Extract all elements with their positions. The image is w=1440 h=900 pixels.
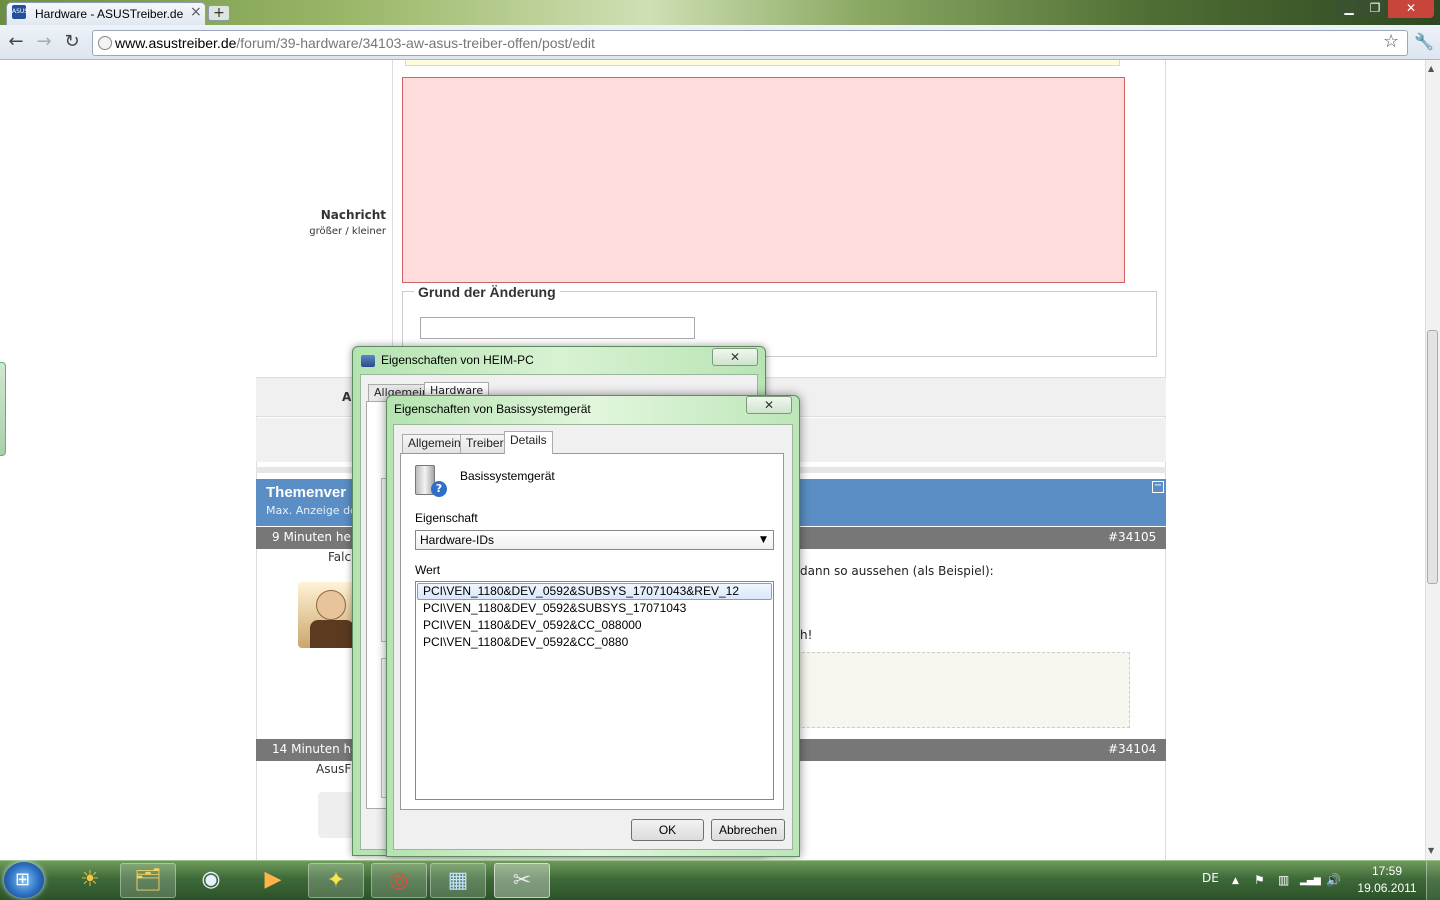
- tab-close-icon[interactable]: ×: [190, 5, 202, 19]
- collapse-icon[interactable]: −: [1152, 481, 1164, 493]
- scroll-down-icon[interactable]: ▼: [1428, 846, 1434, 855]
- dialog-close-button[interactable]: ✕: [712, 348, 758, 366]
- resize-links[interactable]: größer / kleiner: [290, 226, 386, 237]
- ok-button[interactable]: OK: [631, 819, 704, 841]
- map-icon[interactable]: ✦: [308, 863, 364, 898]
- show-hidden-icons-icon[interactable]: ▲: [1232, 876, 1239, 886]
- chrome-icon[interactable]: ◎: [371, 863, 427, 898]
- back-icon[interactable]: ←: [5, 32, 27, 54]
- clock-date[interactable]: 19.06.2011: [1352, 881, 1422, 895]
- minimize-button[interactable]: ▁: [1336, 0, 1362, 18]
- dialog-title: Eigenschaften von Basissystemgerät: [394, 402, 591, 416]
- battery-icon[interactable]: ▥: [1278, 873, 1289, 887]
- sun-weather-icon[interactable]: ☀: [62, 863, 118, 898]
- avatar-body: [310, 620, 354, 648]
- avatar-face: [316, 590, 346, 620]
- cancel-button[interactable]: Abbrechen: [711, 819, 785, 841]
- property-label: Eigenschaft: [415, 511, 478, 525]
- list-item[interactable]: PCI\VEN_1180&DEV_0592&CC_088000: [417, 617, 772, 634]
- asus-favicon-icon: ASUS: [12, 5, 28, 19]
- reason-legend: Grund der Änderung: [414, 284, 560, 300]
- scroll-up-icon[interactable]: ▲: [1428, 64, 1434, 73]
- list-item[interactable]: PCI\VEN_1180&DEV_0592&CC_0880: [417, 634, 772, 651]
- windows-media-icon[interactable]: ◉: [183, 863, 239, 898]
- url-path: /forum/39-hardware/34103-aw-asus-treiber…: [236, 35, 595, 51]
- clock-time[interactable]: 17:59: [1352, 864, 1422, 878]
- post-id-link[interactable]: #34104: [1108, 742, 1156, 756]
- dialog-title: Eigenschaften von HEIM-PC: [381, 353, 534, 367]
- star-icon[interactable]: ☆: [1383, 31, 1399, 52]
- file-explorer-icon[interactable]: 🗂: [120, 863, 176, 898]
- message-label: Nachricht: [320, 208, 386, 222]
- device-name: Basissystemgerät: [460, 469, 555, 483]
- page-info-icon[interactable]: [98, 36, 112, 50]
- reload-icon[interactable]: ↻: [61, 32, 83, 54]
- system-tool-icon[interactable]: ✂: [494, 863, 550, 898]
- close-window-button[interactable]: ✕: [1388, 0, 1434, 18]
- tab-details[interactable]: Details: [504, 431, 553, 454]
- show-desktop-button[interactable]: [1426, 861, 1440, 900]
- notice-strip: [405, 60, 1120, 66]
- windows-logo-icon: ⊞: [15, 869, 31, 890]
- list-item[interactable]: PCI\VEN_1180&DEV_0592&SUBSYS_17071043&RE…: [417, 583, 772, 600]
- browser-tab[interactable]: Hardware - ASUSTreiber.de: [6, 2, 206, 25]
- forward-icon[interactable]: →: [33, 32, 55, 54]
- value-label: Wert: [415, 563, 441, 577]
- scrollbar-thumb[interactable]: [1427, 330, 1438, 584]
- post-time: 9 Minuten her: [272, 530, 356, 544]
- computer-icon: [361, 355, 375, 367]
- dialog-close-button[interactable]: ✕: [746, 396, 792, 414]
- thread-history-title: Themenver: [266, 484, 347, 501]
- post-text: dann so aussehen (als Beispiel):: [800, 564, 994, 578]
- url-host: www.asustreiber.de: [115, 35, 237, 51]
- language-indicator[interactable]: DE: [1202, 871, 1219, 885]
- control-panel-icon[interactable]: ▦: [430, 863, 486, 898]
- restore-button[interactable]: ❐: [1362, 0, 1388, 18]
- message-textarea[interactable]: [402, 77, 1125, 283]
- volume-icon[interactable]: 🔊: [1326, 873, 1341, 887]
- desktop-gadget[interactable]: [0, 362, 6, 456]
- tab-title: Hardware - ASUSTreiber.de: [35, 7, 184, 21]
- tab-allgemein[interactable]: Allgemein: [402, 434, 467, 453]
- avatar: [318, 792, 354, 838]
- action-center-flag-icon[interactable]: ⚑: [1254, 873, 1265, 887]
- post-author[interactable]: Falc: [328, 550, 351, 564]
- post-text: h!: [800, 628, 813, 642]
- wrench-icon[interactable]: 🔧: [1414, 32, 1434, 51]
- chevron-down-icon[interactable]: ▼: [760, 531, 767, 549]
- post-author[interactable]: AsusF: [316, 762, 351, 776]
- post-time: 14 Minuten her: [272, 742, 364, 756]
- list-item[interactable]: PCI\VEN_1180&DEV_0592&SUBSYS_17071043: [417, 600, 772, 617]
- media-player-icon[interactable]: ▶: [245, 863, 301, 898]
- post-id-link[interactable]: #34105: [1108, 530, 1156, 544]
- thread-history-subtitle: Max. Anzeige de: [266, 504, 357, 517]
- tab-treiber[interactable]: Treiber: [460, 434, 510, 453]
- property-select[interactable]: Hardware-IDs: [415, 530, 774, 550]
- question-icon: ?: [431, 481, 447, 497]
- network-signal-icon[interactable]: ▂▄▆: [1300, 876, 1321, 886]
- address-bar[interactable]: www.asustreiber.de/forum/39-hardware/341…: [92, 30, 1408, 56]
- new-tab-button[interactable]: +: [208, 5, 230, 21]
- reason-input[interactable]: [420, 317, 695, 339]
- code-box: [797, 652, 1130, 728]
